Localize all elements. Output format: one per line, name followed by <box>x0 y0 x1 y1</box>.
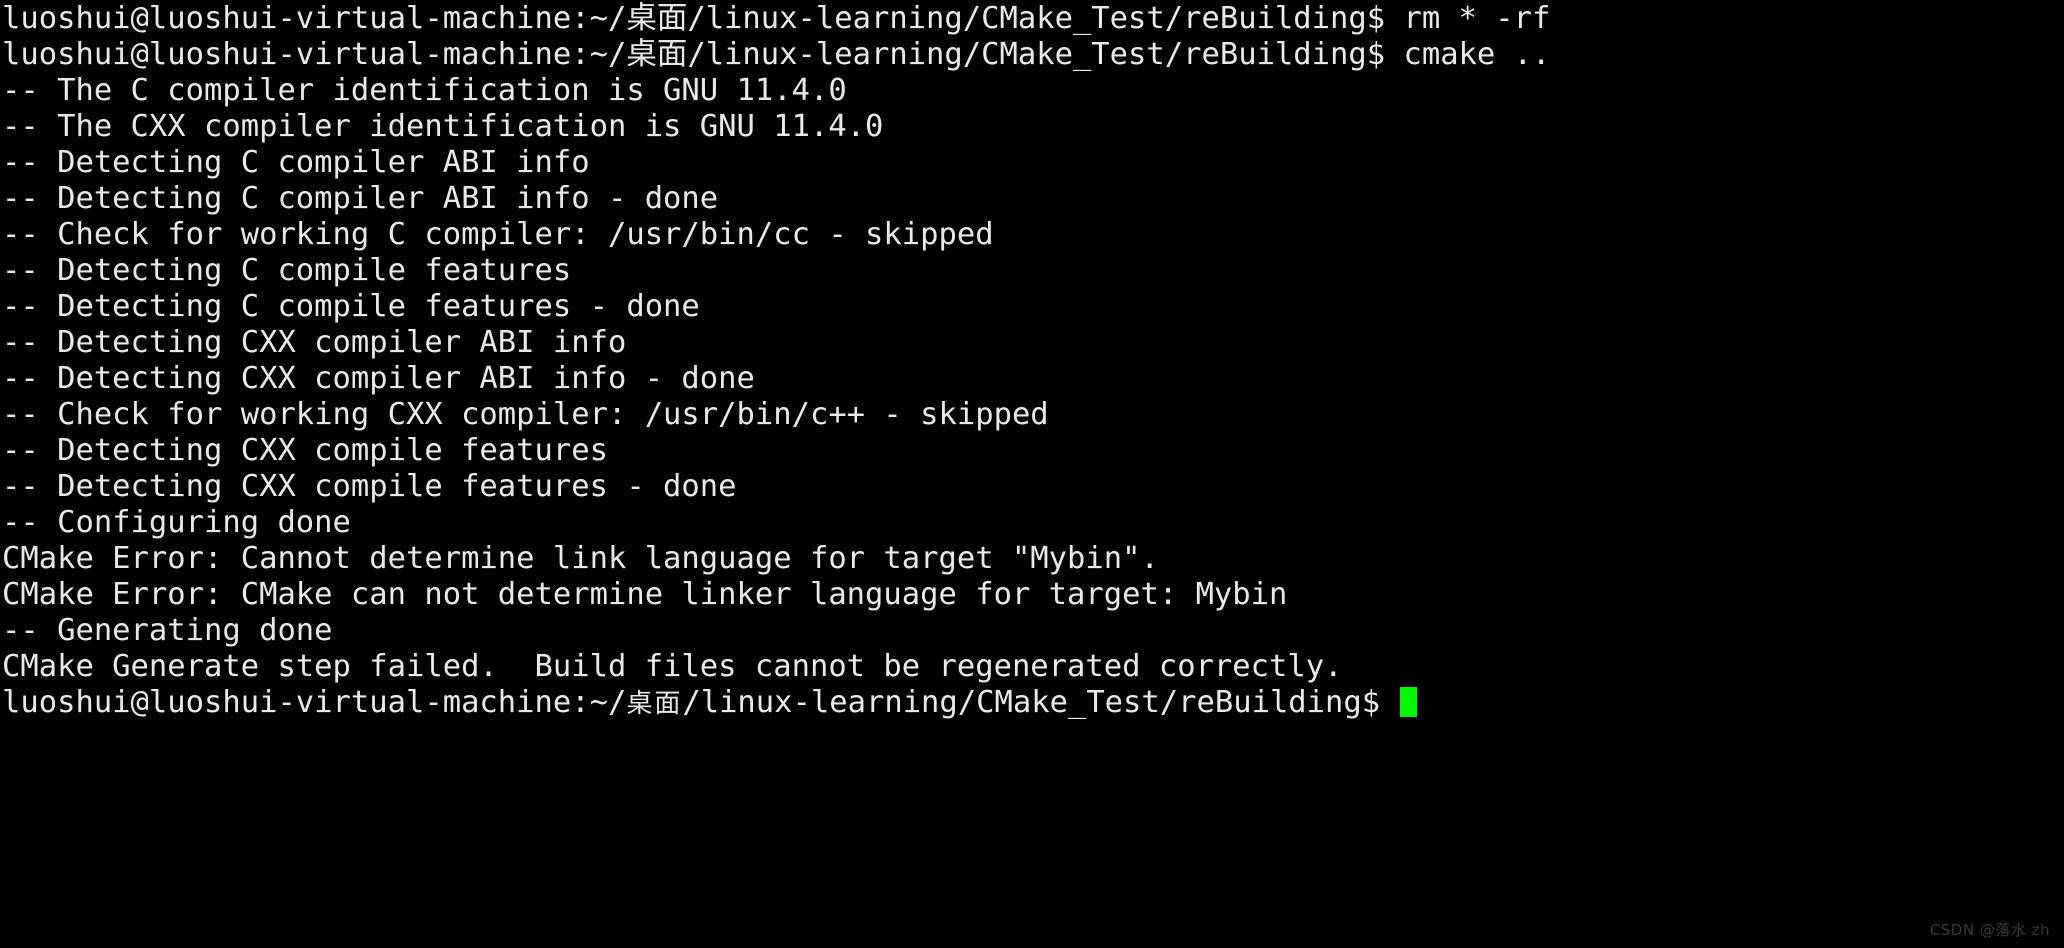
terminal-line-text: -- Detecting CXX compile features - done <box>2 469 737 504</box>
watermark: CSDN @落水 zh <box>1929 921 2050 939</box>
terminal-line: -- The CXX compiler identification is GN… <box>2 109 2064 145</box>
prompt-cwd-cjk: 桌面 <box>626 689 683 719</box>
terminal-line: -- Check for working CXX compiler: /usr/… <box>2 397 2064 433</box>
terminal-line-text: luoshui@luoshui-virtual-machine:~/桌面/lin… <box>2 1 1551 36</box>
block-cursor[interactable] <box>1400 687 1418 717</box>
terminal-line-text: -- Detecting CXX compiler ABI info <box>2 325 627 360</box>
terminal-line-text: -- The C compiler identification is GNU … <box>2 73 847 108</box>
terminal-line-text: -- Detecting CXX compiler ABI info - don… <box>2 361 755 396</box>
terminal-line: luoshui@luoshui-virtual-machine:~/桌面/lin… <box>2 37 2064 73</box>
terminal-line-text: -- Configuring done <box>2 505 351 540</box>
terminal-line: -- Detecting CXX compiler ABI info - don… <box>2 361 2064 397</box>
terminal-line: -- The C compiler identification is GNU … <box>2 73 2064 109</box>
terminal-line-text: -- Detecting CXX compile features <box>2 433 608 468</box>
terminal-line: -- Configuring done <box>2 505 2064 541</box>
prompt-prefix: luoshui@luoshui-virtual-machine:~/ <box>2 685 627 720</box>
terminal-line-text: -- Detecting C compile features <box>2 253 572 288</box>
terminal-line-text: CMake Error: Cannot determine link langu… <box>2 541 1159 576</box>
terminal-line-text: luoshui@luoshui-virtual-machine:~/桌面/lin… <box>2 37 1551 72</box>
terminal-line: CMake Error: Cannot determine link langu… <box>2 541 2064 577</box>
terminal-line-text: -- Detecting C compiler ABI info <box>2 145 590 180</box>
terminal-active-prompt-line[interactable]: luoshui@luoshui-virtual-machine:~/桌面/lin… <box>2 685 2064 721</box>
terminal-line: -- Detecting C compile features <box>2 253 2064 289</box>
terminal-line-text: -- Detecting C compile features - done <box>2 289 700 324</box>
terminal-line-text: CMake Generate step failed. Build files … <box>2 649 1343 684</box>
terminal-window[interactable]: luoshui@luoshui-virtual-machine:~/桌面/lin… <box>0 0 2064 948</box>
terminal-line-text: -- Check for working CXX compiler: /usr/… <box>2 397 1049 432</box>
terminal-line-text: CMake Error: CMake can not determine lin… <box>2 577 1288 612</box>
terminal-line: -- Check for working C compiler: /usr/bi… <box>2 217 2064 253</box>
terminal-line: luoshui@luoshui-virtual-machine:~/桌面/lin… <box>2 1 2064 37</box>
prompt-suffix: /linux-learning/CMake_Test/reBuilding$ <box>682 685 1399 720</box>
terminal-line: -- Generating done <box>2 613 2064 649</box>
terminal-line: CMake Error: CMake can not determine lin… <box>2 577 2064 613</box>
terminal-line: -- Detecting CXX compiler ABI info <box>2 325 2064 361</box>
terminal-line: -- Detecting C compile features - done <box>2 289 2064 325</box>
terminal-line: -- Detecting C compiler ABI info - done <box>2 181 2064 217</box>
terminal-line-text: -- Generating done <box>2 613 333 648</box>
terminal-line: -- Detecting C compiler ABI info <box>2 145 2064 181</box>
terminal-line-text: -- Detecting C compiler ABI info - done <box>2 181 719 216</box>
terminal-line: CMake Generate step failed. Build files … <box>2 649 2064 685</box>
terminal-screen[interactable]: luoshui@luoshui-virtual-machine:~/桌面/lin… <box>0 0 2064 948</box>
terminal-line: -- Detecting CXX compile features - done <box>2 469 2064 505</box>
terminal-line-text: -- Check for working C compiler: /usr/bi… <box>2 217 994 252</box>
terminal-line: -- Detecting CXX compile features <box>2 433 2064 469</box>
terminal-line-text: -- The CXX compiler identification is GN… <box>2 109 884 144</box>
